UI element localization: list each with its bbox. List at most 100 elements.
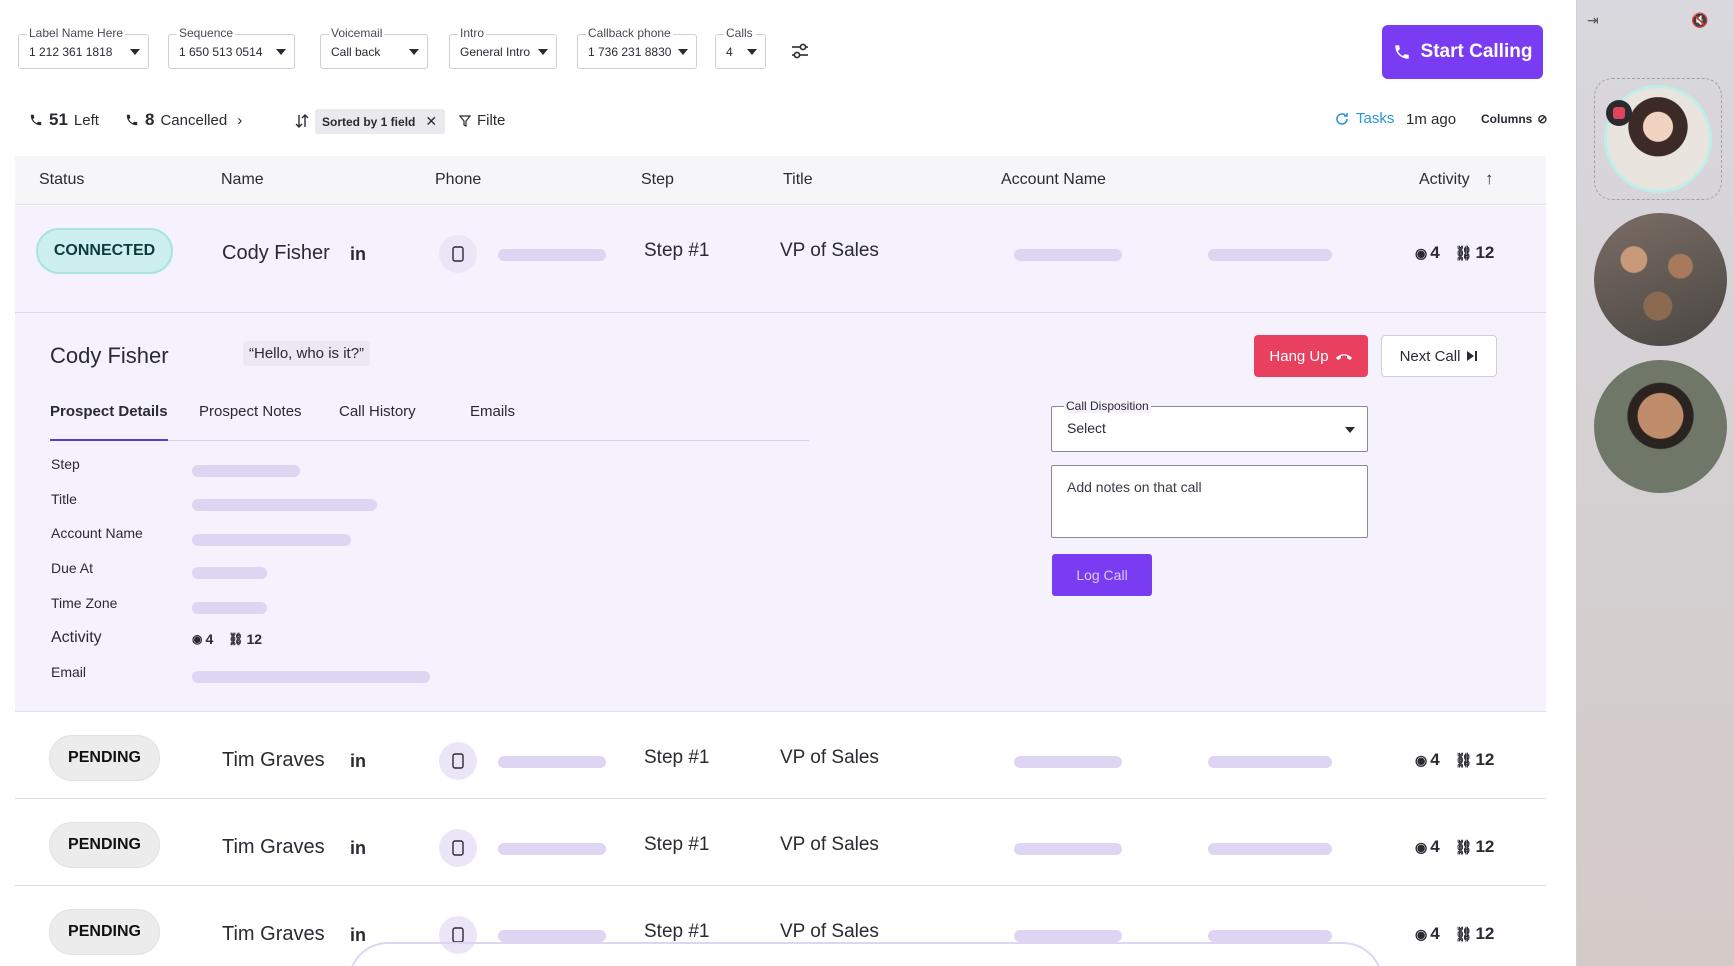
field-label-activity: Activity [51, 629, 102, 646]
due-at-placeholder [192, 567, 267, 579]
column-step[interactable]: Step [641, 171, 674, 189]
callback-phone-select[interactable]: Callback phone 1 736 231 8830 [577, 26, 697, 69]
phone-placeholder [498, 843, 606, 855]
status-badge: CONNECTED [36, 228, 173, 274]
field-label: Callback phone [586, 26, 673, 40]
table-header: Status Name Phone Step Title Account Nam… [15, 156, 1546, 205]
arrow-up-icon[interactable]: ↑ [1485, 169, 1494, 189]
column-title[interactable]: Title [783, 171, 813, 189]
filter-icon [459, 114, 471, 127]
linkedin-icon[interactable]: in [350, 244, 366, 265]
tab-emails[interactable]: Emails [470, 403, 515, 441]
linkedin-icon[interactable]: in [350, 751, 366, 772]
participant-video[interactable] [1594, 360, 1727, 493]
field-label: Intro [458, 26, 487, 40]
cancelled-count[interactable]: 8 Cancelled › [125, 110, 242, 130]
chevron-down-icon [1345, 427, 1355, 433]
next-call-label: Next Call [1399, 347, 1461, 365]
group-participant-video[interactable] [1594, 213, 1727, 346]
label-name-select[interactable]: Label Name Here 1 212 361 1818 [18, 26, 149, 69]
activity-stats: ◉ 4 ⛓ 12 [1415, 750, 1494, 770]
phone-icon [1394, 45, 1409, 59]
hang-up-button[interactable]: Hang Up [1254, 335, 1368, 377]
filter-button[interactable]: Filte [459, 112, 505, 129]
prospect-name[interactable]: Tim Graves [222, 836, 325, 859]
calls-select[interactable]: Calls 4 [715, 26, 766, 69]
log-call-button[interactable]: Log Call [1052, 554, 1152, 596]
table-row[interactable]: PENDING Tim Graves in Step #1 VP of Sale… [15, 800, 1546, 886]
linkedin-icon[interactable]: in [350, 925, 366, 946]
title-placeholder [192, 499, 377, 511]
collapse-panel-icon[interactable]: ⇥ [1587, 12, 1599, 29]
field-value: 1 650 513 0514 [179, 45, 263, 59]
tab-prospect-details[interactable]: Prospect Details [50, 403, 168, 441]
start-calling-label: Start Calling [1420, 41, 1533, 62]
next-call-button[interactable]: Next Call [1381, 335, 1497, 377]
step-value: Step #1 [644, 747, 710, 768]
links-count: 12 [1475, 243, 1495, 262]
column-status[interactable]: Status [39, 171, 84, 189]
account-placeholder [1014, 249, 1122, 261]
eye-icon: ◉ [192, 632, 203, 646]
table-row[interactable]: CONNECTED Cody Fisher in Step #1 VP of S… [15, 206, 1546, 313]
prospect-name[interactable]: Tim Graves [222, 749, 325, 772]
column-account-name[interactable]: Account Name [1001, 171, 1106, 189]
tasks-link[interactable]: Tasks [1334, 110, 1394, 127]
mobile-phone-icon[interactable] [439, 742, 477, 780]
settings-sliders-icon[interactable] [790, 41, 810, 61]
chevron-down-icon [276, 49, 286, 55]
call-disposition-select[interactable]: Call Disposition Select [1051, 399, 1368, 452]
activity-stats: ◉ 4 ⛓ 12 [1415, 924, 1494, 944]
mobile-phone-icon[interactable] [439, 829, 477, 867]
detail-prospect-name: Cody Fisher [50, 343, 169, 368]
link-icon: ⛓ [228, 632, 244, 646]
bottom-drawer-edge [348, 942, 1383, 966]
prospect-name[interactable]: Cody Fisher [222, 242, 330, 265]
field-label-step: Step [51, 456, 80, 472]
views-count: 4 [1430, 750, 1440, 769]
activity-stats: ◉ 4 ⛓ 12 [1415, 837, 1494, 857]
chevron-down-icon [409, 49, 419, 55]
columns-button[interactable]: Columns ⊘ [1481, 112, 1547, 126]
linkedin-icon[interactable]: in [350, 838, 366, 859]
link-icon: ⛓ [1454, 244, 1473, 261]
call-detail-panel: Cody Fisher “Hello, who is it?” Hang Up … [15, 313, 1546, 712]
status-badge: PENDING [49, 735, 160, 781]
cancelled-number: 8 [145, 110, 155, 129]
call-notes-textarea[interactable]: Add notes on that call [1051, 465, 1368, 538]
phone-placeholder [498, 930, 606, 942]
tab-prospect-notes[interactable]: Prospect Notes [199, 403, 302, 441]
account-placeholder [1014, 843, 1122, 855]
views-count: 4 [1430, 837, 1440, 856]
sort-chip[interactable]: Sorted by 1 field ✕ [315, 109, 446, 134]
intro-select[interactable]: Intro General Intro [449, 26, 557, 69]
tab-call-history[interactable]: Call History [339, 403, 416, 441]
refresh-icon [1336, 112, 1348, 125]
field-label-title: Title [51, 491, 77, 507]
column-name[interactable]: Name [221, 171, 264, 189]
transcript-quote: “Hello, who is it?” [243, 341, 371, 366]
sequence-select[interactable]: Sequence 1 650 513 0514 [168, 26, 295, 69]
detail-tabs: Prospect Details Prospect Notes Call His… [50, 403, 809, 441]
link-icon: ⛓ [1454, 751, 1473, 768]
phone-placeholder [498, 249, 606, 261]
links-count: 12 [1475, 837, 1495, 856]
voicemail-select[interactable]: Voicemail Call back [320, 26, 428, 69]
detail-views-count: 4 [205, 631, 214, 647]
mute-icon[interactable]: 🔇 [1691, 12, 1708, 29]
column-phone[interactable]: Phone [435, 171, 481, 189]
field-label-due-at: Due At [51, 560, 94, 576]
prospect-name[interactable]: Tim Graves [222, 923, 325, 946]
mobile-phone-icon[interactable] [439, 235, 477, 273]
chevron-right-icon: › [237, 111, 243, 129]
column-activity[interactable]: Activity [1419, 171, 1470, 189]
eye-icon: ◉ [1415, 925, 1428, 942]
start-calling-button[interactable]: Start Calling [1382, 25, 1543, 79]
sort-icon[interactable] [295, 113, 309, 129]
views-count: 4 [1430, 243, 1440, 262]
table-row[interactable]: PENDING Tim Graves in Step #1 VP of Sale… [15, 713, 1546, 799]
close-icon[interactable]: ✕ [425, 113, 437, 130]
links-count: 12 [1475, 750, 1495, 769]
status-badge: PENDING [49, 822, 160, 868]
time-zone-placeholder [192, 602, 267, 614]
